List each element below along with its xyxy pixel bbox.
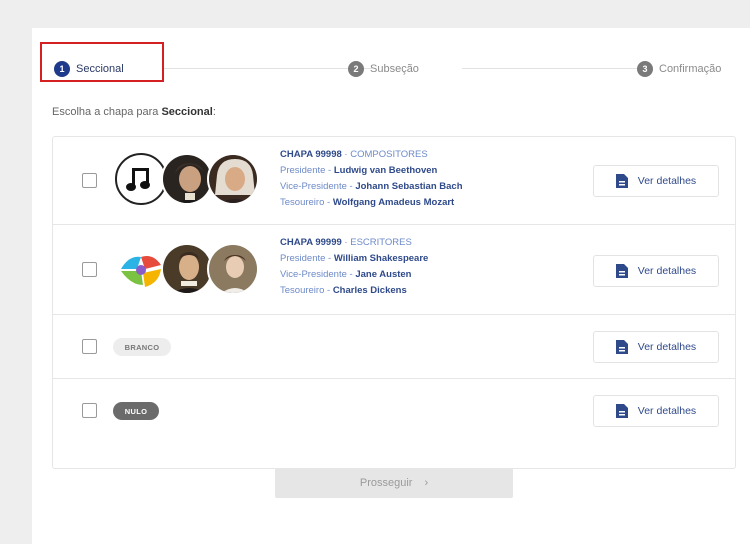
proceed-button[interactable]: Prosseguir ›	[275, 468, 513, 498]
role-label: Tesoureiro	[280, 197, 325, 208]
slate-row-compositores[interactable]: CHAPA 99998 · COMPOSITORES Presidente - …	[53, 137, 735, 225]
separator: -	[325, 253, 334, 264]
step-connector	[162, 68, 372, 69]
role-label: Vice-Presidente	[280, 181, 347, 192]
details-button[interactable]: Ver detalhes	[593, 395, 719, 427]
step-label: Confirmação	[659, 63, 722, 75]
slate-checkbox[interactable]	[82, 262, 97, 277]
slate-info: CHAPA 99998 · COMPOSITORES Presidente - …	[280, 147, 463, 211]
instruction-prefix: Escolha a chapa para	[52, 106, 162, 118]
details-button[interactable]: Ver detalhes	[593, 165, 719, 197]
separator: -	[325, 165, 334, 176]
austen-portrait	[207, 243, 259, 295]
option-row-nulo[interactable]: NULO Ver detalhes	[53, 379, 735, 443]
slate-category: ESCRITORES	[350, 237, 412, 248]
member-name: Johann Sebastian Bach	[355, 181, 463, 192]
option-checkbox[interactable]	[82, 339, 97, 354]
document-icon	[615, 264, 628, 278]
separator: -	[324, 197, 333, 208]
slate-info: CHAPA 99999 · ESCRITORES Presidente - Wi…	[280, 235, 428, 299]
step-number: 2	[348, 61, 364, 77]
step-number: 3	[637, 61, 653, 77]
colorful-logo-icon	[115, 243, 167, 295]
step-subsecao[interactable]: 2 Subseção	[348, 56, 419, 82]
slate-avatars	[115, 153, 259, 205]
details-label: Ver detalhes	[637, 175, 697, 187]
details-button[interactable]: Ver detalhes	[593, 331, 719, 363]
slate-code: CHAPA 99999	[280, 237, 342, 248]
slate-row-escritores[interactable]: CHAPA 99999 · ESCRITORES Presidente - Wi…	[53, 225, 735, 315]
bach-portrait	[207, 153, 259, 205]
separator: ·	[341, 149, 351, 160]
option-checkbox[interactable]	[82, 403, 97, 418]
slate-category: COMPOSITORES	[350, 149, 428, 160]
details-button[interactable]: Ver detalhes	[593, 255, 719, 287]
chevron-right-icon: ›	[424, 477, 429, 489]
separator: -	[324, 285, 333, 296]
role-label: Presidente	[280, 165, 326, 176]
document-icon	[615, 340, 628, 354]
shakespeare-portrait	[161, 243, 213, 295]
step-confirmacao[interactable]: 3 Confirmação	[637, 56, 721, 82]
member-name: Jane Austen	[355, 269, 412, 280]
nulo-badge: NULO	[113, 402, 159, 420]
instruction-text: Escolha a chapa para Seccional:	[52, 106, 216, 118]
step-connector	[462, 68, 642, 69]
member-name: Charles Dickens	[332, 285, 407, 296]
proceed-label: Prosseguir	[359, 477, 413, 489]
step-label: Subseção	[370, 63, 419, 75]
details-label: Ver detalhes	[637, 265, 697, 277]
document-icon	[615, 404, 628, 418]
instruction-bold: Seccional	[161, 106, 213, 118]
role-label: Tesoureiro	[280, 285, 325, 296]
separator: ·	[341, 237, 351, 248]
document-icon	[615, 174, 628, 188]
branco-badge: BRANCO	[113, 338, 171, 356]
member-name: Ludwig van Beethoven	[333, 165, 438, 176]
beethoven-portrait	[161, 153, 213, 205]
member-name: Wolfgang Amadeus Mozart	[332, 197, 455, 208]
role-label: Vice-Presidente	[280, 269, 347, 280]
details-label: Ver detalhes	[637, 341, 697, 353]
slate-checkbox[interactable]	[82, 173, 97, 188]
role-label: Presidente	[280, 253, 326, 264]
instruction-suffix: :	[212, 106, 216, 118]
slate-list: CHAPA 99998 · COMPOSITORES Presidente - …	[52, 136, 736, 469]
option-row-branco[interactable]: BRANCO Ver detalhes	[53, 315, 735, 379]
member-name: William Shakespeare	[333, 253, 429, 264]
slate-avatars	[115, 243, 259, 295]
details-label: Ver detalhes	[637, 405, 697, 417]
highlight-annotation	[40, 42, 164, 82]
music-note-icon	[115, 153, 167, 205]
voting-panel: 1 Seccional 2 Subseção 3 Confirmação Esc…	[32, 28, 750, 544]
slate-code: CHAPA 99998	[280, 149, 342, 160]
